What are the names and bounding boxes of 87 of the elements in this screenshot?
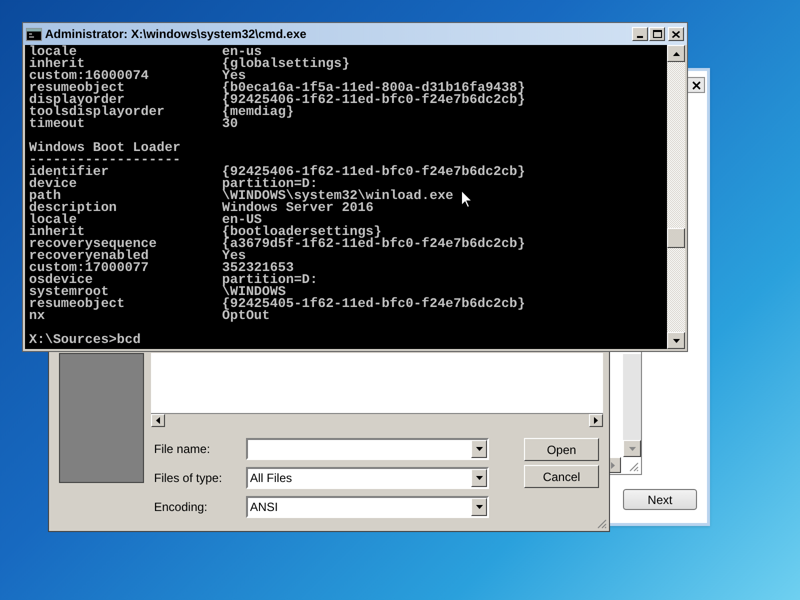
dropdown-button[interactable] [471, 469, 487, 487]
setting-name: recoverysequence [29, 238, 158, 250]
setting-value: partition=D: [222, 178, 318, 190]
setting-name: systemroot [29, 286, 109, 298]
setting-value: 30 [222, 118, 238, 130]
dialog-button[interactable]: Open [524, 438, 599, 461]
setting-value: \WINDOWS [222, 286, 286, 298]
field-label: Encoding: [153, 499, 208, 516]
up-arrow-icon [672, 52, 680, 56]
setting-value: {92425405-1f62-11ed-bfc0-f24e7b6dc2cb} [222, 298, 526, 310]
setting-name: path [29, 190, 61, 202]
close-icon [692, 80, 700, 90]
setting-name: custom:16000074 [29, 70, 150, 82]
setting-value: {92425406-1f62-11ed-bfc0-f24e7b6dc2cb} [222, 94, 526, 106]
dropdown-button[interactable] [471, 498, 487, 516]
combo-box[interactable]: ANSI [246, 496, 489, 518]
combo-box[interactable] [246, 438, 489, 460]
setting-name: locale [29, 46, 77, 58]
minimize-button[interactable] [632, 27, 648, 41]
dropdown-button[interactable] [471, 440, 487, 458]
setting-name: locale [29, 214, 77, 226]
setting-name: recoveryenabled [29, 250, 149, 262]
setting-name: timeout [29, 118, 85, 130]
setting-name: resumeobject [29, 82, 126, 94]
setting-name: toolsdisplayorder [29, 106, 166, 118]
setting-name: inherit [29, 58, 85, 70]
vertical-scrollbar[interactable] [667, 45, 685, 349]
combo-box[interactable]: All Files [246, 467, 489, 489]
right-arrow-icon [611, 462, 615, 468]
vertical-scrollbar[interactable] [623, 354, 641, 457]
setting-value: 352321653 [222, 262, 294, 274]
setting-name: identifier [29, 166, 110, 178]
right-arrow-icon [594, 417, 598, 424]
field-label: Files of type: [153, 470, 224, 487]
setting-name: resumeobject [29, 298, 126, 310]
setting-name: nx [29, 310, 45, 322]
maximize-icon [652, 30, 662, 38]
minimize-icon [637, 36, 643, 38]
down-arrow-icon [628, 446, 636, 450]
setting-value: Yes [222, 250, 246, 262]
scroll-up-button[interactable] [667, 45, 685, 62]
resize-grip-icon [627, 460, 639, 472]
scroll-thumb[interactable] [667, 228, 685, 248]
section-heading: Windows Boot Loader [29, 142, 181, 154]
setting-value: en-us [222, 46, 262, 58]
maximize-button[interactable] [649, 27, 665, 41]
resize-grip-icon [595, 517, 607, 529]
setting-value: {memdiag} [222, 106, 294, 118]
down-arrow-icon [672, 338, 680, 342]
scroll-left-button[interactable] [151, 414, 165, 427]
window-title: Administrator: X:\windows\system32\cmd.exe [45, 26, 306, 43]
setting-value: {92425406-1f62-11ed-bfc0-f24e7b6dc2cb} [222, 166, 526, 178]
setting-name: displayorder [29, 94, 125, 106]
horizontal-scrollbar[interactable] [151, 413, 603, 427]
setting-value: Yes [222, 70, 246, 82]
down-arrow-icon [476, 476, 482, 480]
scroll-down-button[interactable] [623, 440, 641, 457]
setting-name: inherit [29, 226, 86, 238]
left-arrow-icon [156, 417, 160, 424]
setting-value: {bootloadersettings} [222, 226, 382, 238]
mouse-cursor-icon [461, 190, 473, 208]
setting-value: \WINDOWS\system32\winload.exe [222, 190, 454, 202]
setting-value: {globalsettings} [222, 58, 350, 70]
next-button[interactable]: Next [623, 489, 697, 510]
setting-name: description [29, 202, 118, 214]
setting-value: {b0eca16a-1f5a-11ed-800a-d31b16fa9438} [222, 82, 526, 94]
setting-name: custom:17000077 [29, 262, 150, 274]
close-button[interactable] [687, 77, 705, 93]
setting-value: en-US [222, 214, 262, 226]
scroll-down-button[interactable] [667, 332, 685, 349]
setting-value: partition=D: [222, 274, 318, 286]
setting-value: Windows Server 2016 [222, 202, 374, 214]
down-arrow-icon [476, 447, 482, 451]
setting-value: OptOut [222, 310, 270, 322]
field-value: All Files [249, 470, 294, 487]
console-icon [26, 28, 42, 40]
dashed-rule: ------------------- [29, 154, 181, 166]
setting-value: {a3679d5f-1f62-11ed-bfc0-f24e7b6dc2cb} [222, 238, 526, 250]
scroll-right-button[interactable] [589, 414, 603, 427]
command-prompt: X:\Sources>bcd [29, 334, 141, 346]
setting-name: device [29, 178, 78, 190]
down-arrow-icon [476, 505, 482, 509]
dialog-button[interactable]: Cancel [524, 465, 599, 488]
field-label: File name: [153, 441, 212, 458]
close-icon [672, 30, 680, 38]
setting-name: osdevice [29, 274, 93, 286]
field-value: ANSI [249, 499, 280, 516]
